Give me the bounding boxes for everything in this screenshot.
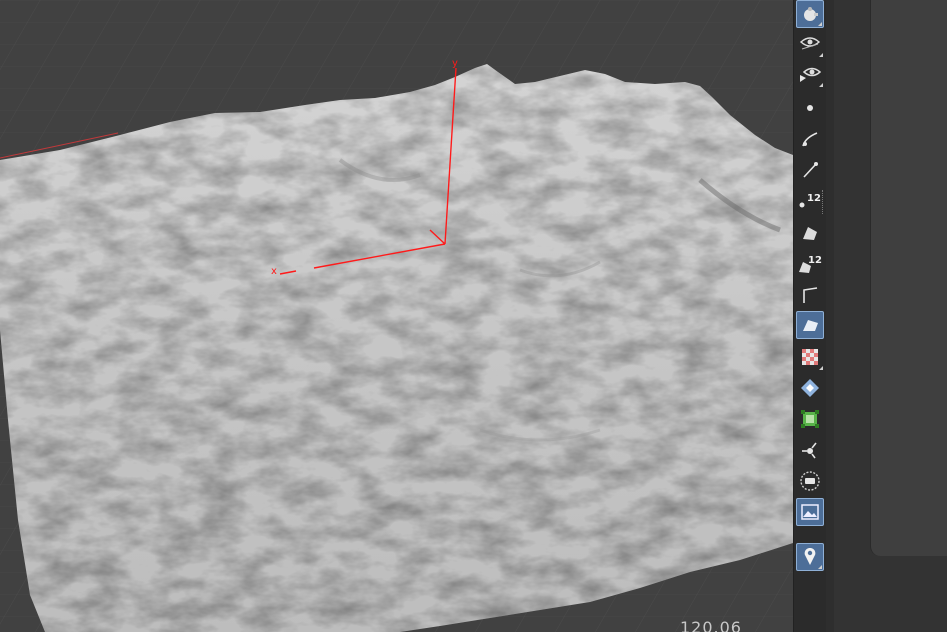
terrain-shading	[0, 64, 793, 632]
shaded-icon	[803, 320, 818, 331]
pane-divider[interactable]	[826, 0, 834, 632]
image-icon	[801, 504, 819, 520]
pin-icon	[804, 548, 816, 565]
primitive-icon	[803, 162, 818, 178]
diamond-icon	[801, 379, 819, 397]
light-icon	[802, 442, 817, 459]
teapot-icon	[804, 7, 818, 21]
viewport-toolbar: 12 12	[793, 0, 826, 632]
primitive-button[interactable]	[796, 156, 824, 184]
shaded-button[interactable]	[796, 311, 824, 339]
point-count-button[interactable]: 12	[796, 187, 824, 215]
face-button[interactable]	[796, 219, 824, 247]
bounding-box-icon	[801, 410, 819, 428]
point-number-icon: 12	[799, 193, 821, 208]
y-axis-label: y	[452, 58, 458, 69]
light-button[interactable]	[796, 436, 824, 464]
curve-icon	[802, 132, 818, 147]
right-pane-card	[870, 0, 947, 556]
point-count-badge: 12	[807, 193, 821, 204]
point-button[interactable]	[796, 94, 824, 122]
uv-checker-button[interactable]	[796, 343, 824, 371]
edges-button[interactable]	[796, 281, 824, 309]
display-options-button[interactable]	[796, 467, 824, 495]
face-number-icon: 12	[799, 255, 822, 273]
flipbook-icon	[800, 67, 821, 82]
curve-button[interactable]	[796, 125, 824, 153]
scene-canvas	[0, 0, 793, 632]
camera-view-button[interactable]	[796, 30, 824, 58]
pin-button[interactable]	[796, 543, 824, 571]
display-options-icon	[800, 471, 820, 491]
face-count-button[interactable]: 12	[796, 250, 824, 278]
right-pane	[834, 0, 947, 632]
checker-icon	[802, 349, 818, 365]
x-axis-label: x	[271, 266, 277, 277]
face-icon	[803, 227, 817, 240]
face-count-badge: 12	[808, 255, 822, 266]
edges-icon	[803, 287, 818, 303]
background-image-button[interactable]	[796, 498, 824, 526]
point-icon	[807, 105, 813, 111]
render-view-button[interactable]	[796, 0, 824, 28]
3d-viewport[interactable]: x y 120.06	[0, 0, 793, 632]
diamond-view-button[interactable]	[796, 374, 824, 402]
viewport-readout: 120.06	[680, 618, 742, 632]
camera-eye-icon	[799, 37, 821, 50]
bounding-box-button[interactable]	[796, 405, 824, 433]
flipbook-view-button[interactable]	[796, 60, 824, 88]
